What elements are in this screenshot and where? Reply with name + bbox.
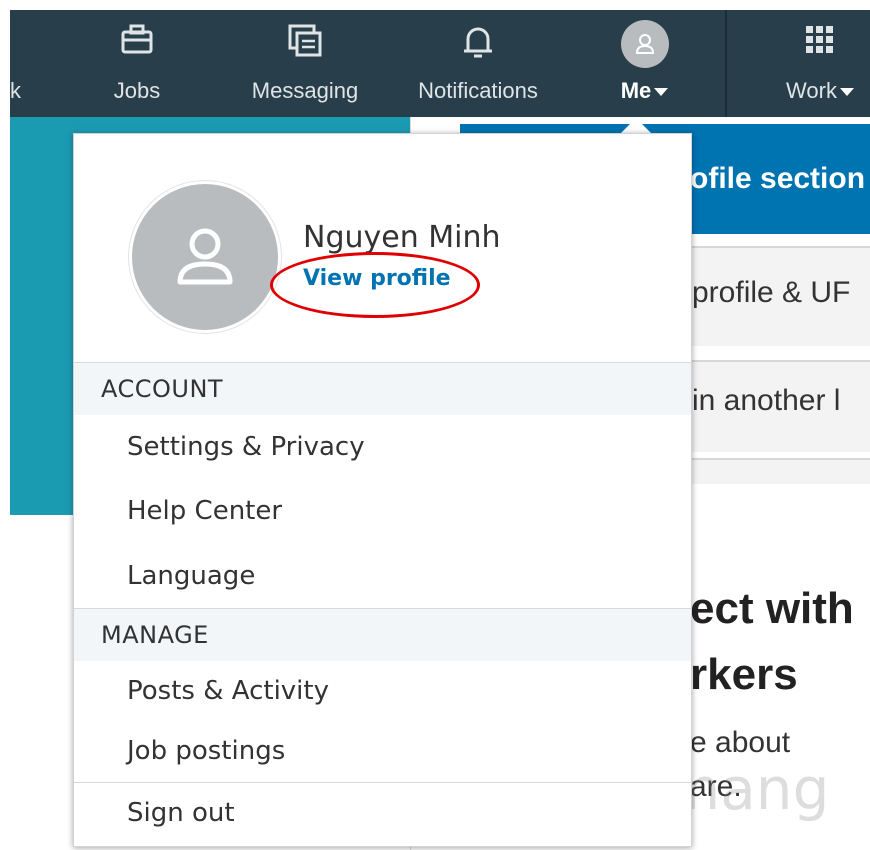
banner-text: ofile section: [690, 162, 866, 195]
nav-item-messaging[interactable]: Messaging: [235, 10, 375, 117]
menu-item-job-postings[interactable]: Job postings: [127, 736, 285, 766]
menu-item-posts-activity[interactable]: Posts & Activity: [127, 676, 329, 706]
user-name: Nguyen Minh: [303, 220, 501, 255]
nav-item-jobs[interactable]: Jobs: [92, 10, 182, 117]
briefcase-icon: [120, 24, 154, 60]
grid-icon: [804, 24, 836, 60]
nav-item-notifications[interactable]: Notifications: [394, 10, 562, 117]
messaging-icon: [288, 24, 322, 62]
nav-item-me[interactable]: Me: [597, 10, 692, 117]
account-section-header: ACCOUNT: [74, 362, 691, 415]
nav-label-jobs: Jobs: [113, 78, 161, 103]
person-icon: [620, 20, 669, 68]
nav-label-me: Me: [597, 78, 692, 104]
person-icon: [177, 228, 233, 285]
headline-line-2: rkers: [690, 650, 798, 699]
highlight-annotation: [270, 252, 480, 318]
nav-divider: [725, 10, 727, 117]
nav-label-network: k: [10, 78, 21, 103]
manage-section-header: MANAGE: [74, 608, 691, 661]
nav-label-messaging: Messaging: [251, 78, 359, 103]
section-header-label: ACCOUNT: [101, 375, 224, 403]
dropdown-pointer: [620, 118, 652, 134]
nav-label-work: Work: [770, 78, 870, 104]
bell-icon: [461, 24, 495, 64]
headline-line-1: ect with: [690, 584, 854, 633]
menu-item-language[interactable]: Language: [127, 561, 255, 591]
left-margin: [0, 0, 10, 850]
menu-item-sign-out[interactable]: Sign out: [127, 798, 235, 828]
menu-item-help-center[interactable]: Help Center: [127, 496, 282, 526]
side-row-text: in another l: [692, 384, 841, 417]
profile-avatar[interactable]: [129, 181, 281, 333]
divider: [74, 782, 691, 783]
me-avatar: [620, 20, 669, 68]
me-dropdown-menu: Nguyen Minh View profile ACCOUNT Setting…: [73, 133, 692, 847]
nav-item-work[interactable]: Work: [770, 10, 870, 117]
side-row-text: profile & UF: [692, 276, 851, 309]
nav-item-network[interactable]: k: [10, 10, 30, 117]
caret-down-icon: [654, 88, 669, 97]
nav-label-notifications: Notifications: [418, 78, 538, 103]
section-header-label: MANAGE: [101, 621, 209, 649]
screenshot-frame: ofile section profile & UF in another l …: [0, 0, 870, 850]
menu-item-settings-privacy[interactable]: Settings & Privacy: [127, 432, 365, 462]
caret-down-icon: [839, 88, 854, 97]
top-navigation: k Jobs Messaging Notifications Me Work: [10, 10, 870, 117]
